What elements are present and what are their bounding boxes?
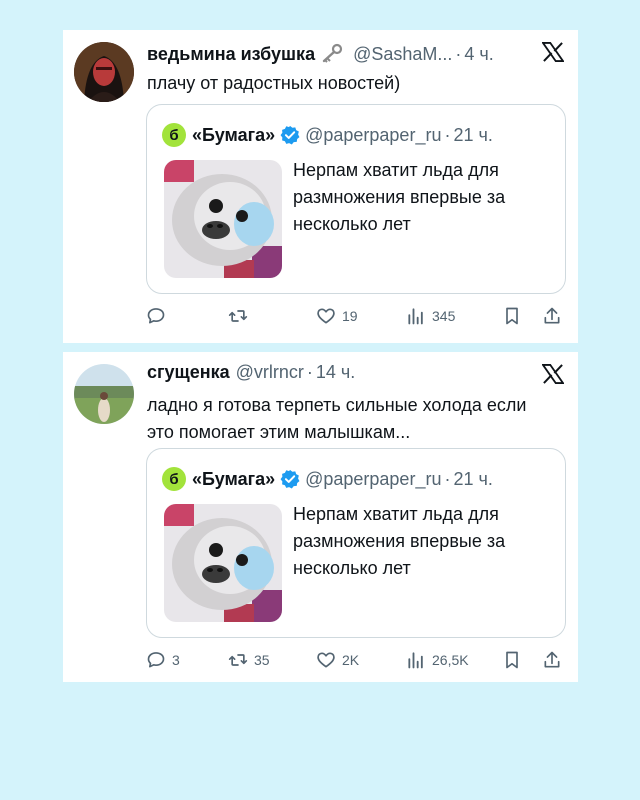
views-button[interactable]: 345 [406,303,502,329]
bookmark-button[interactable] [502,647,542,673]
quoted-author-handle: @paperpaper_ru [305,468,442,489]
share-button[interactable] [542,647,562,673]
retweet-button[interactable] [228,303,316,329]
tweet-time[interactable]: 14 ч. [316,362,355,383]
heart-icon [317,308,335,324]
views-button[interactable]: 26,5K [406,647,502,673]
retweet-count: 35 [254,652,270,668]
like-button[interactable]: 19 [316,303,406,329]
separator-dot: · [455,44,462,64]
share-button[interactable] [542,303,562,329]
reply-icon [147,652,165,668]
bumaga-logo: б [162,123,186,147]
share-icon [544,307,560,324]
like-button[interactable]: 2K [316,647,406,673]
avatar[interactable] [74,42,134,102]
retweet-button[interactable]: 35 [228,647,316,673]
retweet-icon [228,310,248,322]
author-handle[interactable]: @SashaM... [353,44,452,65]
like-count: 19 [342,308,358,324]
views-count: 26,5K [432,652,469,668]
avatar[interactable] [74,364,134,424]
tweet-text: ладно я готова терпеть сильные холода ес… [147,395,527,442]
author-handle[interactable]: @vrlrncr [236,362,304,383]
bookmark-icon [506,651,518,669]
views-icon [408,652,423,669]
x-logo-icon[interactable] [542,42,564,62]
avatar-image [74,42,134,102]
seal-pup-image[interactable] [164,160,282,278]
avatar-image [74,364,134,424]
quoted-tweet-header: б «Бумага» @paperpaper_ru · 21 ч. [162,467,493,491]
author-name[interactable]: сгущенка [147,362,230,383]
reply-icon [147,308,165,324]
quoted-tweet[interactable]: б «Бумага» @paperpaper_ru · 21 ч. Нерпам… [146,448,566,638]
author-name[interactable]: ведьмина избушка [147,44,315,65]
tweet-time[interactable]: 4 ч. [464,44,493,65]
tweet-card[interactable]: сгущенка @vrlrncr · 14 ч. ладно я готова… [63,352,578,682]
key-emoji-icon [321,43,343,63]
seal-pup-image[interactable] [164,504,282,622]
quoted-author-name: «Бумага» [192,468,276,489]
quoted-tweet[interactable]: б «Бумага» @paperpaper_ru · 21 ч. Нерпам… [146,104,566,294]
tweet-text: плачу от радостных новостей) [147,73,401,93]
separator-dot: · [444,468,451,489]
quoted-tweet-text: Нерпам хватит льда для размножения вперв… [293,504,506,578]
quoted-tweet-time: 21 ч. [453,468,493,489]
verified-badge-icon [280,469,300,489]
quoted-tweet-header: б «Бумага» @paperpaper_ru · 21 ч. [162,123,493,147]
heart-icon [317,652,335,668]
quoted-author-handle: @paperpaper_ru [305,124,442,145]
verified-badge-icon [280,125,300,145]
reply-button[interactable]: 3 [146,647,228,673]
retweet-icon [228,654,248,666]
reply-count: 3 [172,652,180,668]
quoted-tweet-text: Нерпам хватит льда для размножения вперв… [293,160,506,234]
bookmark-icon [506,307,518,325]
share-icon [544,651,560,668]
like-count: 2K [342,652,360,668]
separator-dot: · [306,362,313,382]
bookmark-button[interactable] [502,303,542,329]
views-icon [408,308,423,325]
reply-button[interactable] [146,303,228,329]
x-logo-icon[interactable] [542,364,564,384]
tweet-card[interactable]: ведьмина избушка @SashaM... · 4 ч. плачу… [63,30,578,343]
views-count: 345 [432,308,456,324]
quoted-tweet-time: 21 ч. [453,124,493,145]
tweet-header: ведьмина избушка @SashaM... · 4 ч. [147,40,532,64]
quoted-author-name: «Бумага» [192,124,276,145]
separator-dot: · [444,124,451,145]
tweet-actions: 19 345 [146,303,564,329]
tweet-header: сгущенка @vrlrncr · 14 ч. [147,362,532,386]
bumaga-logo: б [162,467,186,491]
tweet-actions: 3 35 2K 26,5K [146,647,564,673]
